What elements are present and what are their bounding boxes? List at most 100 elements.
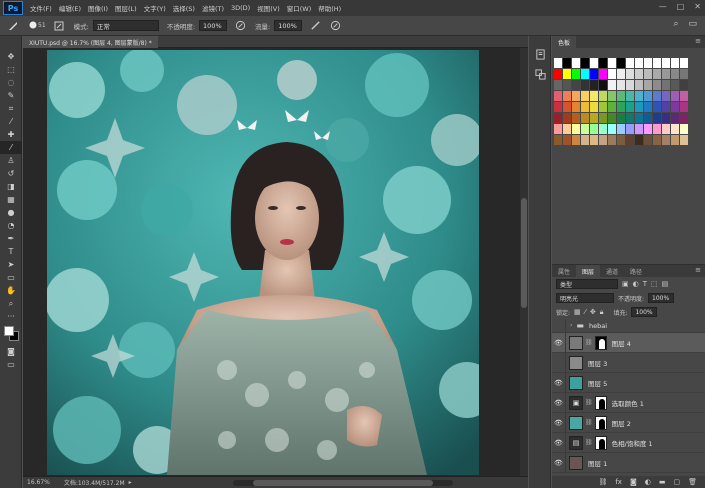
minimize-icon[interactable]: — — [659, 2, 667, 11]
menu-layer[interactable]: 图层(L) — [115, 3, 137, 13]
color-swatch[interactable] — [680, 58, 688, 68]
marquee-tool-icon[interactable]: ⬚ — [0, 63, 22, 76]
layer-5[interactable]: 👁︎ 图层 5 — [552, 372, 705, 393]
color-swatch[interactable] — [554, 69, 562, 79]
color-swatch[interactable] — [662, 80, 670, 90]
layer-group-hebai[interactable]: › ▬ hebai — [552, 318, 705, 333]
color-swatch[interactable] — [626, 124, 634, 134]
color-swatch[interactable] — [572, 124, 580, 134]
menu-file[interactable]: 文件(F) — [30, 3, 52, 13]
canvas-image[interactable] — [47, 50, 479, 475]
color-swatch[interactable] — [671, 113, 679, 123]
color-swatch[interactable] — [626, 113, 634, 123]
color-swatch[interactable] — [563, 113, 571, 123]
status-arrow-icon[interactable]: ▸ — [129, 479, 132, 486]
mode-select[interactable]: 正常 — [92, 20, 159, 31]
color-swatch[interactable] — [554, 58, 562, 68]
color-swatch[interactable] — [644, 124, 652, 134]
color-swatch[interactable] — [680, 135, 688, 145]
shape-tool-icon[interactable]: ▭ — [0, 271, 22, 284]
visibility-eye-icon[interactable]: 👁︎ — [552, 432, 566, 453]
screen-mode-icon[interactable]: ▭ — [0, 358, 22, 371]
color-swatch[interactable] — [599, 102, 607, 112]
color-swatch[interactable] — [599, 91, 607, 101]
maximize-icon[interactable]: □ — [677, 2, 685, 11]
adjustment-layer-icon[interactable]: ◐ — [645, 478, 651, 486]
color-swatch[interactable] — [671, 135, 679, 145]
color-swatch[interactable] — [581, 80, 589, 90]
color-swatch[interactable] — [590, 80, 598, 90]
history-brush-icon[interactable]: ↺ — [0, 167, 22, 180]
menu-filter[interactable]: 滤镜(T) — [202, 3, 224, 13]
brush-tool-icon[interactable]: ⁄ — [0, 141, 22, 154]
color-swatch[interactable] — [617, 80, 625, 90]
opacity-input[interactable]: 100% — [199, 20, 228, 31]
color-swatch[interactable] — [563, 91, 571, 101]
color-swatch[interactable] — [599, 69, 607, 79]
fill-input[interactable]: 100% — [631, 307, 658, 317]
color-swatch[interactable] — [608, 113, 616, 123]
color-swatch[interactable] — [680, 102, 688, 112]
layer-2[interactable]: 👁︎ ⛓︎ 图层 2 — [552, 412, 705, 433]
filter-pixel-icon[interactable]: ▣ — [622, 280, 629, 288]
color-swatch[interactable] — [608, 135, 616, 145]
workspace-icon[interactable]: ▭ — [688, 19, 697, 29]
color-swatch[interactable] — [635, 124, 643, 134]
color-swatch[interactable] — [671, 80, 679, 90]
color-swatch[interactable] — [608, 69, 616, 79]
color-swatch[interactable] — [644, 69, 652, 79]
menu-window[interactable]: 窗口(W) — [287, 3, 312, 13]
color-swatch[interactable] — [653, 58, 661, 68]
layer-mask-thumbnail[interactable] — [594, 415, 607, 430]
color-swatch[interactable] — [581, 58, 589, 68]
color-swatch[interactable] — [554, 91, 562, 101]
zoom-tool-icon[interactable]: ⌕ — [0, 297, 22, 310]
color-swatch[interactable] — [563, 58, 571, 68]
color-swatch[interactable] — [671, 91, 679, 101]
close-icon[interactable]: ✕ — [694, 2, 701, 11]
color-swatch[interactable] — [626, 102, 634, 112]
search-icon[interactable]: ⌕ — [673, 19, 678, 29]
menu-edit[interactable]: 编辑(E) — [59, 3, 81, 13]
eraser-tool-icon[interactable]: ◨ — [0, 180, 22, 193]
color-swatch[interactable] — [680, 91, 688, 101]
color-swatch[interactable] — [554, 124, 562, 134]
color-swatch[interactable] — [599, 80, 607, 90]
layers-menu-icon[interactable]: ≡ — [695, 266, 701, 274]
more-tools-icon[interactable]: ··· — [0, 310, 22, 323]
color-swatch[interactable] — [581, 135, 589, 145]
color-swatch[interactable] — [635, 80, 643, 90]
visibility-eye-icon[interactable]: 👁︎ — [552, 412, 566, 433]
filter-type-icon[interactable]: T — [643, 280, 647, 288]
horizontal-scroll-thumb[interactable] — [253, 480, 433, 486]
color-swatch[interactable] — [662, 135, 670, 145]
color-swatch[interactable] — [617, 102, 625, 112]
menu-image[interactable]: 图像(I) — [88, 3, 108, 13]
new-layer-icon[interactable]: ▢ — [673, 478, 680, 486]
color-swatch[interactable] — [563, 124, 571, 134]
color-swatch[interactable] — [608, 58, 616, 68]
color-swatch[interactable] — [653, 124, 661, 134]
color-swatch[interactable] — [581, 113, 589, 123]
history-panel-icon[interactable] — [529, 44, 551, 64]
color-swatch[interactable] — [662, 102, 670, 112]
blend-mode-select[interactable]: 明亮光 — [556, 293, 614, 303]
color-swatch[interactable] — [662, 124, 670, 134]
visibility-eye-icon[interactable]: 👁︎ — [552, 332, 566, 353]
color-swatch[interactable] — [581, 102, 589, 112]
color-swatch[interactable] — [635, 58, 643, 68]
vertical-scrollbar[interactable] — [520, 48, 528, 476]
healing-tool-icon[interactable]: ✚ — [0, 128, 22, 141]
color-swatch[interactable] — [563, 80, 571, 90]
pen-tool-icon[interactable]: ✒ — [0, 232, 22, 245]
color-swatch[interactable] — [662, 58, 670, 68]
color-swatch[interactable] — [608, 102, 616, 112]
quick-mask-icon[interactable]: ◙ — [0, 345, 22, 358]
gradient-tool-icon[interactable]: ▦ — [0, 193, 22, 206]
quick-select-tool-icon[interactable]: ✎ — [0, 89, 22, 102]
color-swatch[interactable] — [653, 102, 661, 112]
visibility-eye-icon[interactable]: 👁︎ — [552, 372, 566, 393]
panel-menu-icon[interactable]: ≡ — [695, 37, 701, 45]
menu-help[interactable]: 帮助(H) — [318, 3, 341, 13]
lock-all-icon[interactable]: 🔒︎ — [600, 308, 604, 317]
